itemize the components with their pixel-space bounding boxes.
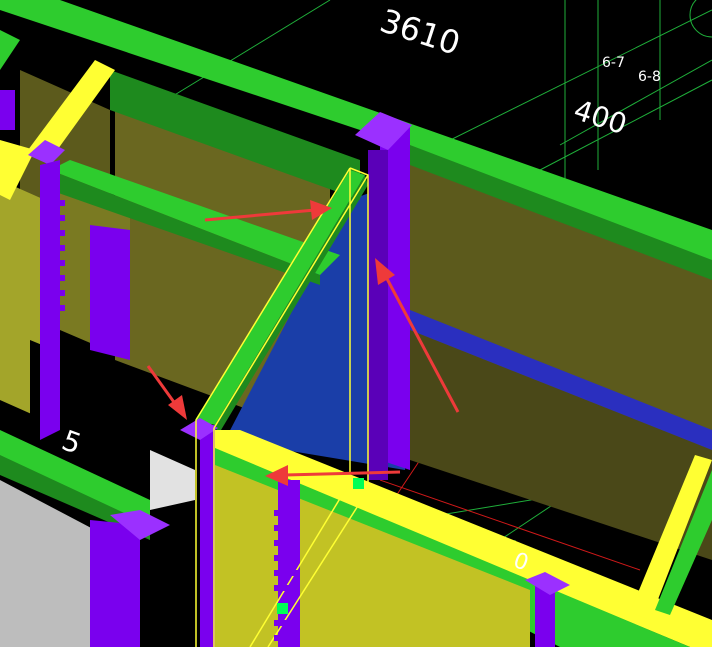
axis-label-6-7: 6-7	[602, 55, 625, 71]
cad-3d-viewport[interactable]: 3610 400 6-7 6-8 5 0	[0, 0, 712, 647]
column-front-left[interactable]	[90, 520, 140, 647]
column-front-selected[interactable]	[200, 425, 215, 647]
column-middle[interactable]	[90, 225, 130, 360]
axis-label-6-8: 6-8	[638, 69, 661, 85]
selection-grip-2[interactable]	[277, 603, 288, 614]
column-far-left[interactable]	[0, 90, 15, 130]
column-back-right-face[interactable]	[368, 150, 388, 480]
selection-grip-1[interactable]	[353, 478, 364, 489]
